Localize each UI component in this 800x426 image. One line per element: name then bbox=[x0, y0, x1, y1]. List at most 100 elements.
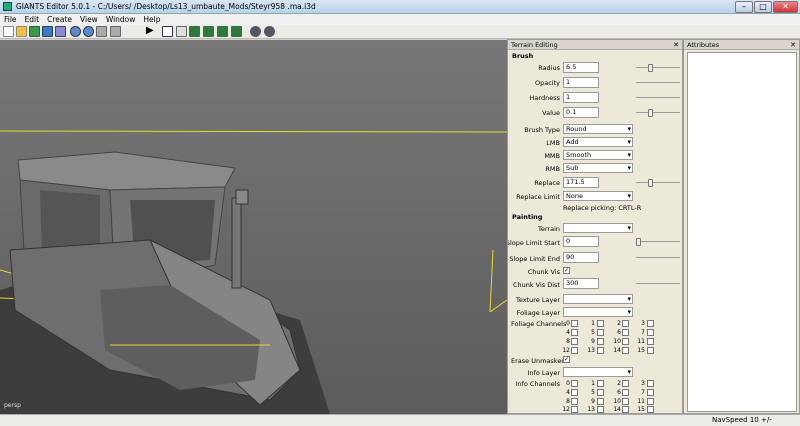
mirror-icon[interactable] bbox=[110, 26, 121, 37]
attributes-list[interactable] bbox=[687, 52, 797, 412]
replace-slider[interactable] bbox=[636, 179, 680, 187]
lmb-label: LMB bbox=[546, 139, 560, 147]
slope-end-slider[interactable] bbox=[636, 257, 680, 258]
terrain-label: Terrain bbox=[537, 225, 560, 233]
save-icon[interactable] bbox=[29, 26, 40, 37]
foliage-channel-checkbox[interactable] bbox=[597, 347, 604, 354]
erase-unmasked-checkbox[interactable]: ✓ bbox=[563, 356, 570, 363]
foliage-channel-checkbox[interactable] bbox=[622, 347, 629, 354]
info-channel-checkbox[interactable] bbox=[571, 389, 578, 396]
foliage-channel-checkbox[interactable] bbox=[571, 347, 578, 354]
foliage-paint-icon[interactable] bbox=[217, 26, 228, 37]
foliage-channel-checkbox[interactable] bbox=[571, 329, 578, 336]
terrain-paint-icon[interactable] bbox=[203, 26, 214, 37]
foliage-channel-checkbox[interactable] bbox=[647, 338, 654, 345]
info-channel-checkbox[interactable] bbox=[597, 389, 604, 396]
slope-start-input[interactable]: 0 bbox=[563, 236, 599, 247]
close-icon[interactable]: ✕ bbox=[673, 40, 679, 50]
info-channel-checkbox[interactable] bbox=[571, 398, 578, 405]
texture-layer-label: Texture Layer bbox=[516, 296, 560, 304]
rmb-select[interactable]: Sub bbox=[563, 163, 633, 173]
close-icon[interactable]: ✕ bbox=[790, 40, 796, 50]
app-icon bbox=[3, 2, 12, 11]
mmb-select[interactable]: Smooth bbox=[563, 150, 633, 160]
snap-icon[interactable] bbox=[264, 26, 275, 37]
info-channel-checkbox[interactable] bbox=[571, 380, 578, 387]
foliage-channel-checkbox[interactable] bbox=[622, 320, 629, 327]
open-icon[interactable] bbox=[16, 26, 27, 37]
info-channel-checkbox[interactable] bbox=[622, 398, 629, 405]
menu-help[interactable]: Help bbox=[139, 14, 164, 25]
lmb-select[interactable]: Add bbox=[563, 137, 633, 147]
terrain-sculpt-icon[interactable] bbox=[189, 26, 200, 37]
menu-edit[interactable]: Edit bbox=[21, 14, 44, 25]
info-channel-checkbox[interactable] bbox=[622, 380, 629, 387]
info-channel-checkbox[interactable] bbox=[647, 406, 654, 413]
move-icon[interactable] bbox=[176, 26, 187, 37]
radius-label: Radius bbox=[538, 64, 560, 72]
undo-icon[interactable] bbox=[70, 26, 81, 37]
info-channel-checkbox[interactable] bbox=[597, 398, 604, 405]
value-slider[interactable] bbox=[636, 109, 680, 117]
3d-viewport[interactable]: persp bbox=[0, 40, 507, 414]
foliage-channel-checkbox[interactable] bbox=[647, 347, 654, 354]
foliage-channel-checkbox[interactable] bbox=[571, 320, 578, 327]
foliage-channel-checkbox[interactable] bbox=[597, 329, 604, 336]
play-icon[interactable]: ▶ bbox=[146, 26, 157, 37]
chunk-vis-checkbox[interactable]: ✓ bbox=[563, 267, 570, 274]
chunk-vis-dist-input[interactable]: 300 bbox=[563, 278, 599, 289]
slope-end-input[interactable]: 90 bbox=[563, 252, 599, 263]
save-as-icon[interactable] bbox=[42, 26, 53, 37]
opacity-input[interactable]: 1 bbox=[563, 77, 599, 88]
info-channel-checkbox[interactable] bbox=[647, 389, 654, 396]
maximize-button[interactable]: □ bbox=[754, 1, 772, 13]
settings-icon[interactable] bbox=[250, 26, 261, 37]
foliage-channel-checkbox[interactable] bbox=[622, 329, 629, 336]
redo-icon[interactable] bbox=[83, 26, 94, 37]
foliage-erase-icon[interactable] bbox=[231, 26, 242, 37]
painting-header: Painting bbox=[512, 213, 543, 221]
foliage-channel-checkbox[interactable] bbox=[647, 329, 654, 336]
foliage-channel-checkbox[interactable] bbox=[622, 338, 629, 345]
select-icon[interactable] bbox=[162, 26, 173, 37]
redo-alt-icon[interactable] bbox=[96, 26, 107, 37]
hardness-input[interactable]: 1 bbox=[563, 92, 599, 103]
menu-view[interactable]: View bbox=[76, 14, 102, 25]
foliage-layer-select[interactable] bbox=[563, 307, 633, 317]
import-icon[interactable] bbox=[55, 26, 66, 37]
info-channels-label: Info Channels bbox=[515, 380, 560, 388]
info-channel-checkbox[interactable] bbox=[571, 406, 578, 413]
replace-limit-select[interactable]: None bbox=[563, 191, 633, 201]
new-icon[interactable] bbox=[3, 26, 14, 37]
foliage-channel-checkbox[interactable] bbox=[597, 338, 604, 345]
info-channel-checkbox[interactable] bbox=[597, 380, 604, 387]
foliage-channel-checkbox[interactable] bbox=[571, 338, 578, 345]
opacity-slider[interactable] bbox=[636, 82, 680, 83]
foliage-channel-checkbox[interactable] bbox=[647, 320, 654, 327]
menu-create[interactable]: Create bbox=[43, 14, 76, 25]
radius-slider[interactable] bbox=[636, 64, 680, 72]
window-title: GIANTS Editor 5.0.1 - C:/Users/ /Desktop… bbox=[16, 2, 316, 11]
foliage-layer-label: Foliage Layer bbox=[516, 309, 560, 317]
info-channel-checkbox[interactable] bbox=[622, 389, 629, 396]
menu-window[interactable]: Window bbox=[102, 14, 140, 25]
chunk-vis-dist-slider[interactable] bbox=[636, 283, 680, 284]
brush-type-select[interactable]: Round bbox=[563, 124, 633, 134]
replace-label: Replace bbox=[534, 179, 560, 187]
radius-input[interactable]: 6.5 bbox=[563, 62, 599, 73]
info-channel-checkbox[interactable] bbox=[647, 398, 654, 405]
menu-file[interactable]: File bbox=[0, 14, 21, 25]
replace-input[interactable]: 171.5 bbox=[563, 177, 599, 188]
hardness-slider[interactable] bbox=[636, 97, 680, 98]
value-input[interactable]: 0.1 bbox=[563, 107, 599, 118]
slope-start-slider[interactable] bbox=[636, 238, 680, 246]
info-channel-checkbox[interactable] bbox=[622, 406, 629, 413]
info-channel-checkbox[interactable] bbox=[597, 406, 604, 413]
info-layer-select[interactable] bbox=[563, 367, 633, 377]
texture-layer-select[interactable] bbox=[563, 294, 633, 304]
close-button[interactable]: ✕ bbox=[773, 1, 798, 13]
terrain-select[interactable] bbox=[563, 223, 633, 233]
foliage-channel-checkbox[interactable] bbox=[597, 320, 604, 327]
info-channel-checkbox[interactable] bbox=[647, 380, 654, 387]
minimize-button[interactable]: – bbox=[735, 1, 753, 13]
